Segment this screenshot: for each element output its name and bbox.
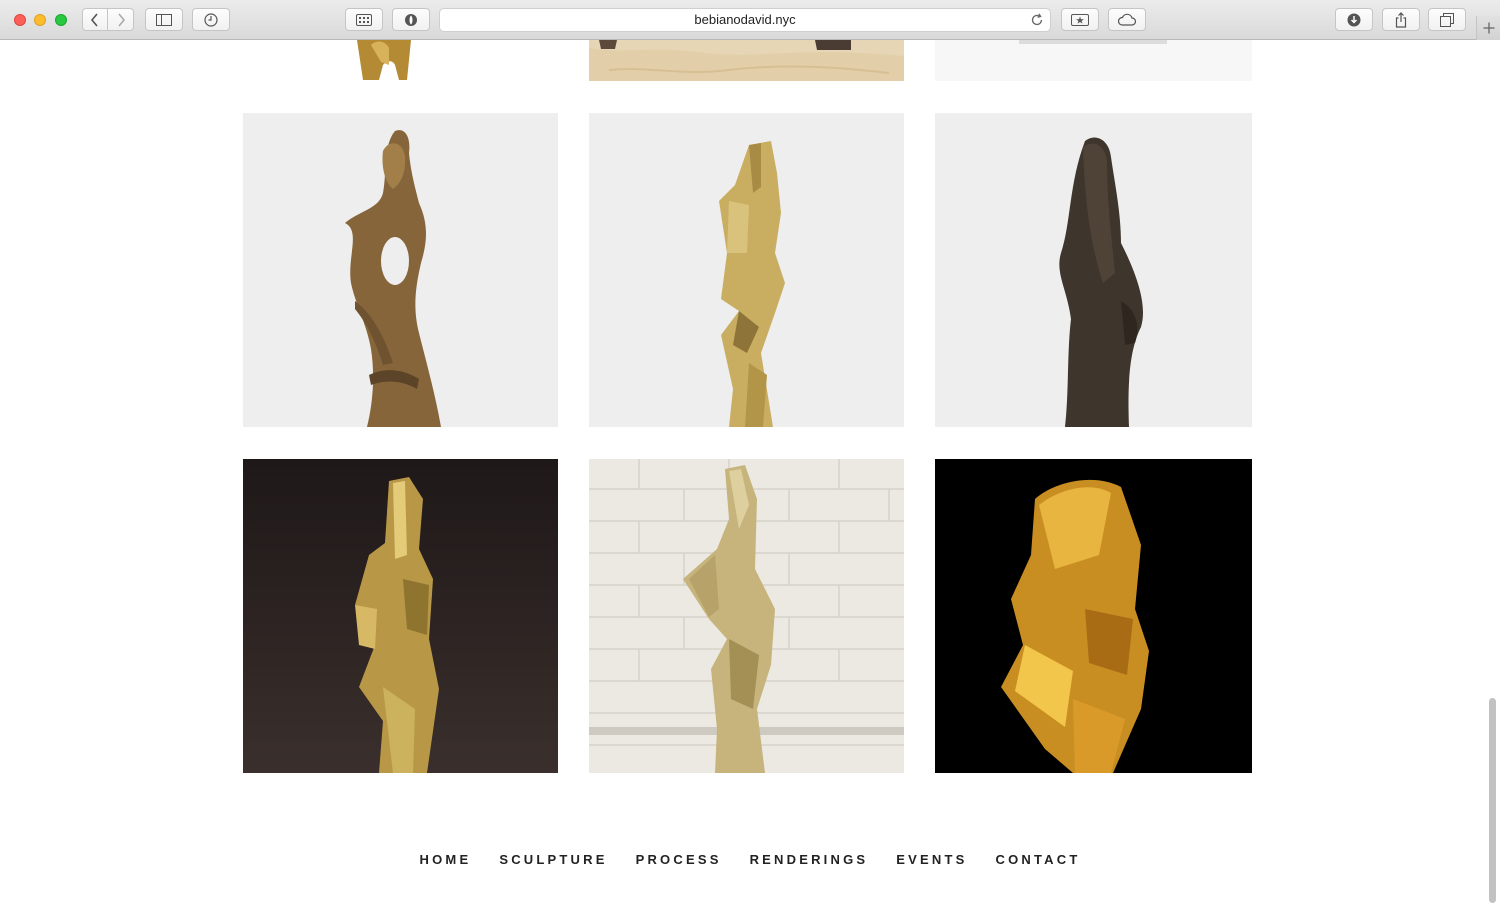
gallery-tile-dark-bronze-veiled[interactable] xyxy=(935,113,1252,427)
page-scrollbar[interactable] xyxy=(1489,698,1496,903)
tabs-overview-button[interactable] xyxy=(1428,8,1466,31)
gallery-tile-top-middle[interactable] xyxy=(589,40,904,81)
plus-icon xyxy=(1483,22,1494,34)
nav-events[interactable]: EVENTS xyxy=(896,850,967,870)
grid-icon xyxy=(356,13,372,26)
nav-process[interactable]: PROCESS xyxy=(636,850,722,870)
cloud-icon xyxy=(1117,13,1137,26)
nav-renderings[interactable]: RENDERINGS xyxy=(750,850,869,870)
bookmark-button[interactable] xyxy=(1061,8,1099,31)
gallery-tile-bronze-figure[interactable] xyxy=(243,113,558,427)
forward-button[interactable] xyxy=(107,8,134,31)
star-icon xyxy=(1071,13,1089,26)
sidebar-button[interactable] xyxy=(145,8,183,31)
tabs-icon xyxy=(1440,12,1454,27)
close-window-button[interactable] xyxy=(14,14,26,26)
back-button[interactable] xyxy=(82,8,108,31)
gallery-tile-gold-against-brick[interactable] xyxy=(589,459,904,773)
icloud-button[interactable] xyxy=(1108,8,1146,31)
download-icon xyxy=(1347,13,1361,26)
gallery-tile-top-right[interactable] xyxy=(935,40,1252,81)
history-button[interactable] xyxy=(192,8,230,31)
reload-icon[interactable] xyxy=(1030,13,1044,27)
gallery-tile-top-left[interactable] xyxy=(243,40,558,81)
chevron-left-icon xyxy=(90,12,98,27)
chevron-right-icon xyxy=(117,12,125,27)
nav-sculpture[interactable]: SCULPTURE xyxy=(499,850,607,870)
downloads-button[interactable] xyxy=(1335,8,1373,31)
url-text: bebianodavid.nyc xyxy=(694,12,796,27)
gallery-tile-gold-on-black[interactable] xyxy=(935,459,1252,773)
zoom-window-button[interactable] xyxy=(55,14,67,26)
nav-contact[interactable]: CONTACT xyxy=(995,850,1080,870)
top-sites-button[interactable] xyxy=(345,8,383,31)
nav-home[interactable]: HOME xyxy=(420,850,472,870)
clock-icon xyxy=(204,12,218,27)
gallery-tile-gold-cubist-dark-backdrop[interactable] xyxy=(243,459,558,773)
privacy-button[interactable] xyxy=(392,8,430,31)
minimize-window-button[interactable] xyxy=(34,14,46,26)
share-button[interactable] xyxy=(1382,8,1420,31)
gallery-tile-gold-cubist-small[interactable] xyxy=(589,113,904,427)
new-tab-button[interactable] xyxy=(1476,16,1500,40)
share-icon xyxy=(1395,11,1407,28)
address-bar[interactable]: bebianodavid.nyc xyxy=(439,8,1051,32)
sidebar-icon xyxy=(156,13,172,26)
shield-icon xyxy=(405,13,417,26)
footer-navigation: HOME SCULPTURE PROCESS RENDERINGS EVENTS… xyxy=(0,850,1500,870)
browser-toolbar: bebianodavid.nyc xyxy=(0,0,1500,40)
